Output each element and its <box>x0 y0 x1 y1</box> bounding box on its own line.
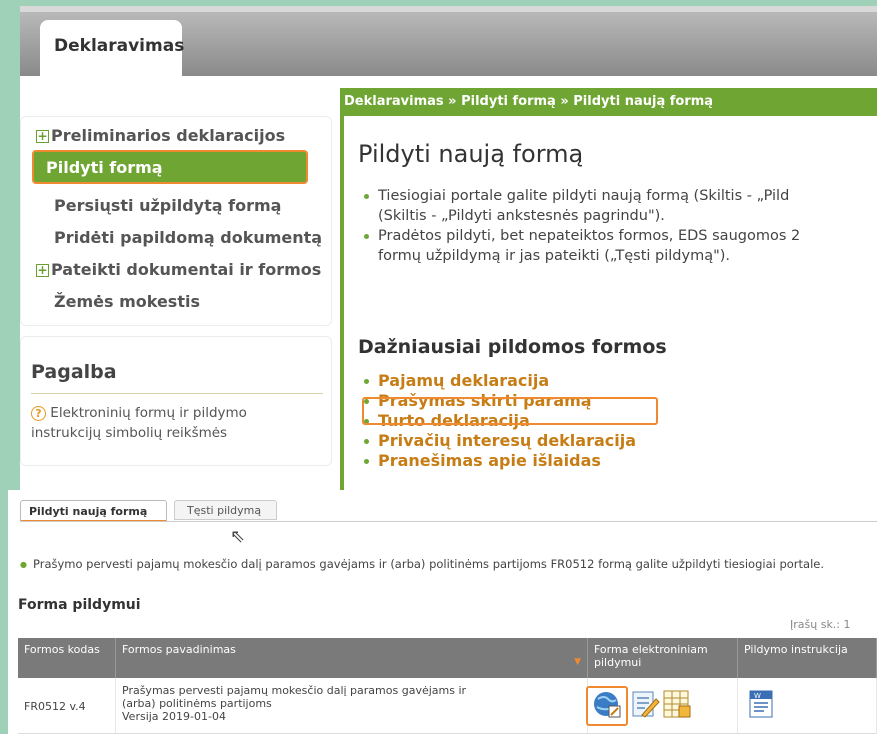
record-count: Įrašų sk.: 1 <box>790 618 851 631</box>
frequent-link[interactable]: Pranešimas apie išlaidas <box>358 451 636 471</box>
frequent-forms-title: Dažniausiai pildomos formos <box>358 336 667 358</box>
nav-item-pildyti-forma[interactable]: Pildyti formą <box>32 150 308 184</box>
highlight-box <box>362 397 658 425</box>
help-divider <box>31 393 323 394</box>
nav-item-pateikti[interactable]: + Pateikti dokumentai ir formos <box>36 260 321 279</box>
form-name-cell: Prašymas pervesti pajamų mokesčio dalį p… <box>116 678 588 734</box>
breadcrumb: Deklaravimas » Pildyti formą » Pildyti n… <box>340 88 877 116</box>
bullet-text: Tiesiogiai portale galite pildyti naują … <box>378 188 790 204</box>
section-title: Forma pildymui <box>18 597 141 613</box>
highlight-box <box>586 686 628 726</box>
info-text: Prašymo pervesti pajamų mokesčio dalį pa… <box>20 557 824 571</box>
nav-item-preliminarios[interactable]: + Preliminarios deklaracijos <box>36 126 285 145</box>
main-panel: Pildyti naują formą Tiesiogiai portale g… <box>340 116 877 490</box>
tab-deklaravimas[interactable]: Deklaravimas <box>40 20 184 76</box>
tab-pildyti-nauja[interactable]: Pildyti naują formą <box>20 500 167 522</box>
top-strip <box>20 6 877 12</box>
form-name: Prašymas pervesti pajamų mokesčio dalį p… <box>122 684 467 710</box>
svg-text:W: W <box>754 692 761 700</box>
bullet-text: Pradėtos pildyti, bet nepateiktos formos… <box>378 228 801 244</box>
question-icon: ? <box>31 406 46 421</box>
page-title: Pildyti naują formą <box>358 140 584 168</box>
spreadsheet-icon[interactable] <box>662 689 692 719</box>
column-header[interactable]: Formos pavadinimas ▼ <box>116 638 588 678</box>
help-link[interactable]: ? Elektroninių formų ir pildymo instrukc… <box>31 403 321 443</box>
bullet-text: formų užpildymą ir jas pateikti („Tęsti … <box>378 248 731 264</box>
form-version: Versija 2019-01-04 <box>122 710 226 723</box>
nav-label: Preliminarios deklaracijos <box>51 126 286 145</box>
column-header[interactable]: Forma elektroniniam pildymui <box>588 638 738 678</box>
tab-testi-pildyma[interactable]: Tęsti pildymą <box>174 500 277 520</box>
expand-icon[interactable]: + <box>36 264 49 277</box>
frequent-link[interactable]: Pajamų deklaracija <box>358 371 636 391</box>
column-header[interactable]: Pildymo instrukcija <box>738 638 877 678</box>
tab-divider <box>20 521 877 522</box>
help-panel: Pagalba ? Elektroninių formų ir pildymo … <box>20 336 332 466</box>
top-screenshot: Deklaravimas + Preliminarios deklaracijos… <box>20 6 877 490</box>
bottom-screenshot: Pildyti naują formą Tęsti pildymą ⇖ Praš… <box>8 490 877 734</box>
word-document-icon[interactable]: W <box>746 689 776 719</box>
column-header[interactable]: Formos kodas <box>18 638 116 678</box>
expand-icon[interactable]: + <box>36 130 49 143</box>
form-edit-icon[interactable] <box>630 689 660 719</box>
nav-item-zemes[interactable]: Žemės mokestis <box>54 292 200 311</box>
help-title: Pagalba <box>31 361 117 383</box>
sort-arrow-icon: ▼ <box>574 657 581 667</box>
nav-item-prideti[interactable]: Pridėti papildomą dokumentą <box>54 228 322 247</box>
column-header-label: Formos pavadinimas <box>122 643 236 656</box>
nav-item-persiusti[interactable]: Persiųsti užpildytą formą <box>54 196 281 215</box>
nav-label: Pateikti dokumentai ir formos <box>51 260 322 279</box>
frequent-link[interactable]: Privačių interesų deklaracija <box>358 431 636 451</box>
help-link-text: Elektroninių formų ir pildymo instrukcij… <box>31 405 247 441</box>
bullet-text: (Skiltis - „Pildyti ankstesnės pagrindu"… <box>378 208 665 224</box>
intro-bullet-1: Tiesiogiai portale galite pildyti naują … <box>358 186 877 226</box>
form-code-cell: FR0512 v.4 <box>18 678 116 734</box>
intro-list: Tiesiogiai portale galite pildyti naują … <box>358 186 877 266</box>
intro-bullet-2: Pradėtos pildyti, bet nepateiktos formos… <box>358 226 877 266</box>
mouse-cursor-icon: ⇖ <box>230 526 246 547</box>
